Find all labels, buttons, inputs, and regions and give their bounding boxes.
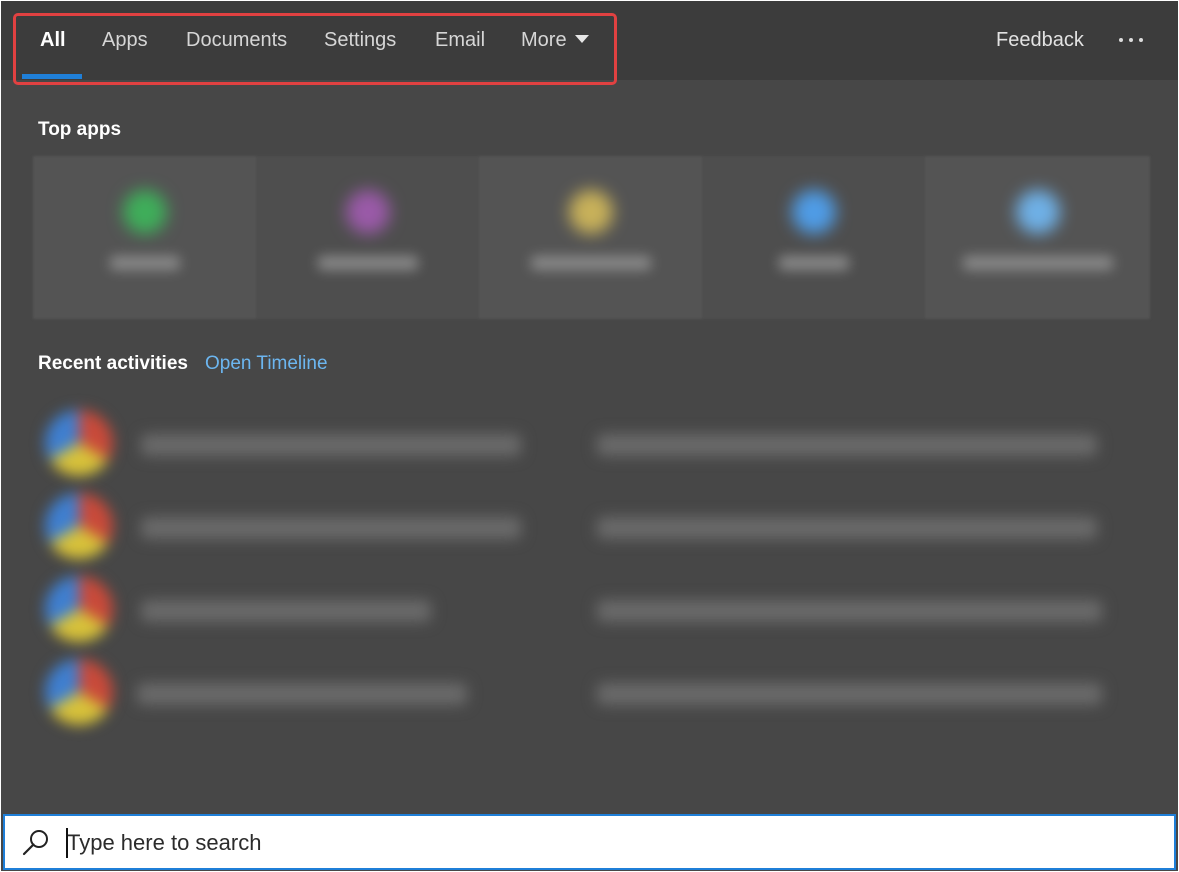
app-label-blurred (317, 256, 418, 270)
open-timeline-link[interactable]: Open Timeline (205, 353, 328, 375)
ellipsis-icon[interactable] (1116, 27, 1146, 53)
tab-settings[interactable]: Settings (324, 1, 396, 80)
blurred-text (597, 434, 1097, 456)
search-input[interactable] (65, 824, 1157, 862)
tab-more[interactable]: More (521, 1, 589, 80)
active-tab-indicator (22, 74, 82, 79)
tab-more-label: More (521, 29, 567, 51)
app-tile[interactable] (702, 156, 925, 319)
app-tile[interactable] (33, 156, 256, 319)
search-icon (22, 830, 48, 856)
app-icon (568, 190, 613, 234)
feedback-button[interactable]: Feedback (996, 1, 1084, 80)
blurred-text (597, 683, 1102, 705)
app-label-blurred (109, 256, 180, 270)
top-apps-heading: Top apps (38, 119, 122, 140)
list-item[interactable] (37, 570, 1142, 648)
browser-icon (45, 410, 113, 476)
list-item[interactable] (37, 653, 1142, 731)
app-label-blurred (530, 256, 651, 270)
tab-apps[interactable]: Apps (102, 1, 148, 80)
app-icon (345, 190, 390, 234)
search-bar[interactable] (3, 814, 1176, 870)
tab-all[interactable]: All (40, 1, 66, 80)
top-apps-panel (33, 156, 1150, 319)
caret-down-icon (574, 34, 589, 43)
browser-icon (45, 576, 113, 642)
app-tile[interactable] (925, 156, 1150, 319)
blurred-text (141, 600, 431, 622)
recent-activities-heading: Recent activities (38, 353, 188, 374)
list-item[interactable] (37, 487, 1142, 565)
blurred-text (141, 517, 521, 539)
browser-icon (45, 493, 113, 559)
app-tile[interactable] (479, 156, 702, 319)
app-icon (791, 190, 836, 234)
app-icon (122, 190, 167, 234)
search-header: All Apps Documents Settings Email More F… (1, 1, 1178, 80)
blurred-text (597, 517, 1097, 539)
blurred-text (137, 683, 467, 705)
tab-email[interactable]: Email (435, 1, 485, 80)
app-label-blurred (778, 256, 849, 270)
app-icon (1015, 190, 1060, 234)
blurred-text (141, 434, 521, 456)
browser-icon (45, 659, 113, 725)
app-tile[interactable] (256, 156, 479, 319)
app-label-blurred (962, 256, 1113, 270)
blurred-text (597, 600, 1102, 622)
list-item[interactable] (37, 404, 1142, 482)
search-window: All Apps Documents Settings Email More F… (1, 1, 1178, 871)
text-cursor (66, 828, 68, 858)
tab-documents[interactable]: Documents (186, 1, 287, 80)
